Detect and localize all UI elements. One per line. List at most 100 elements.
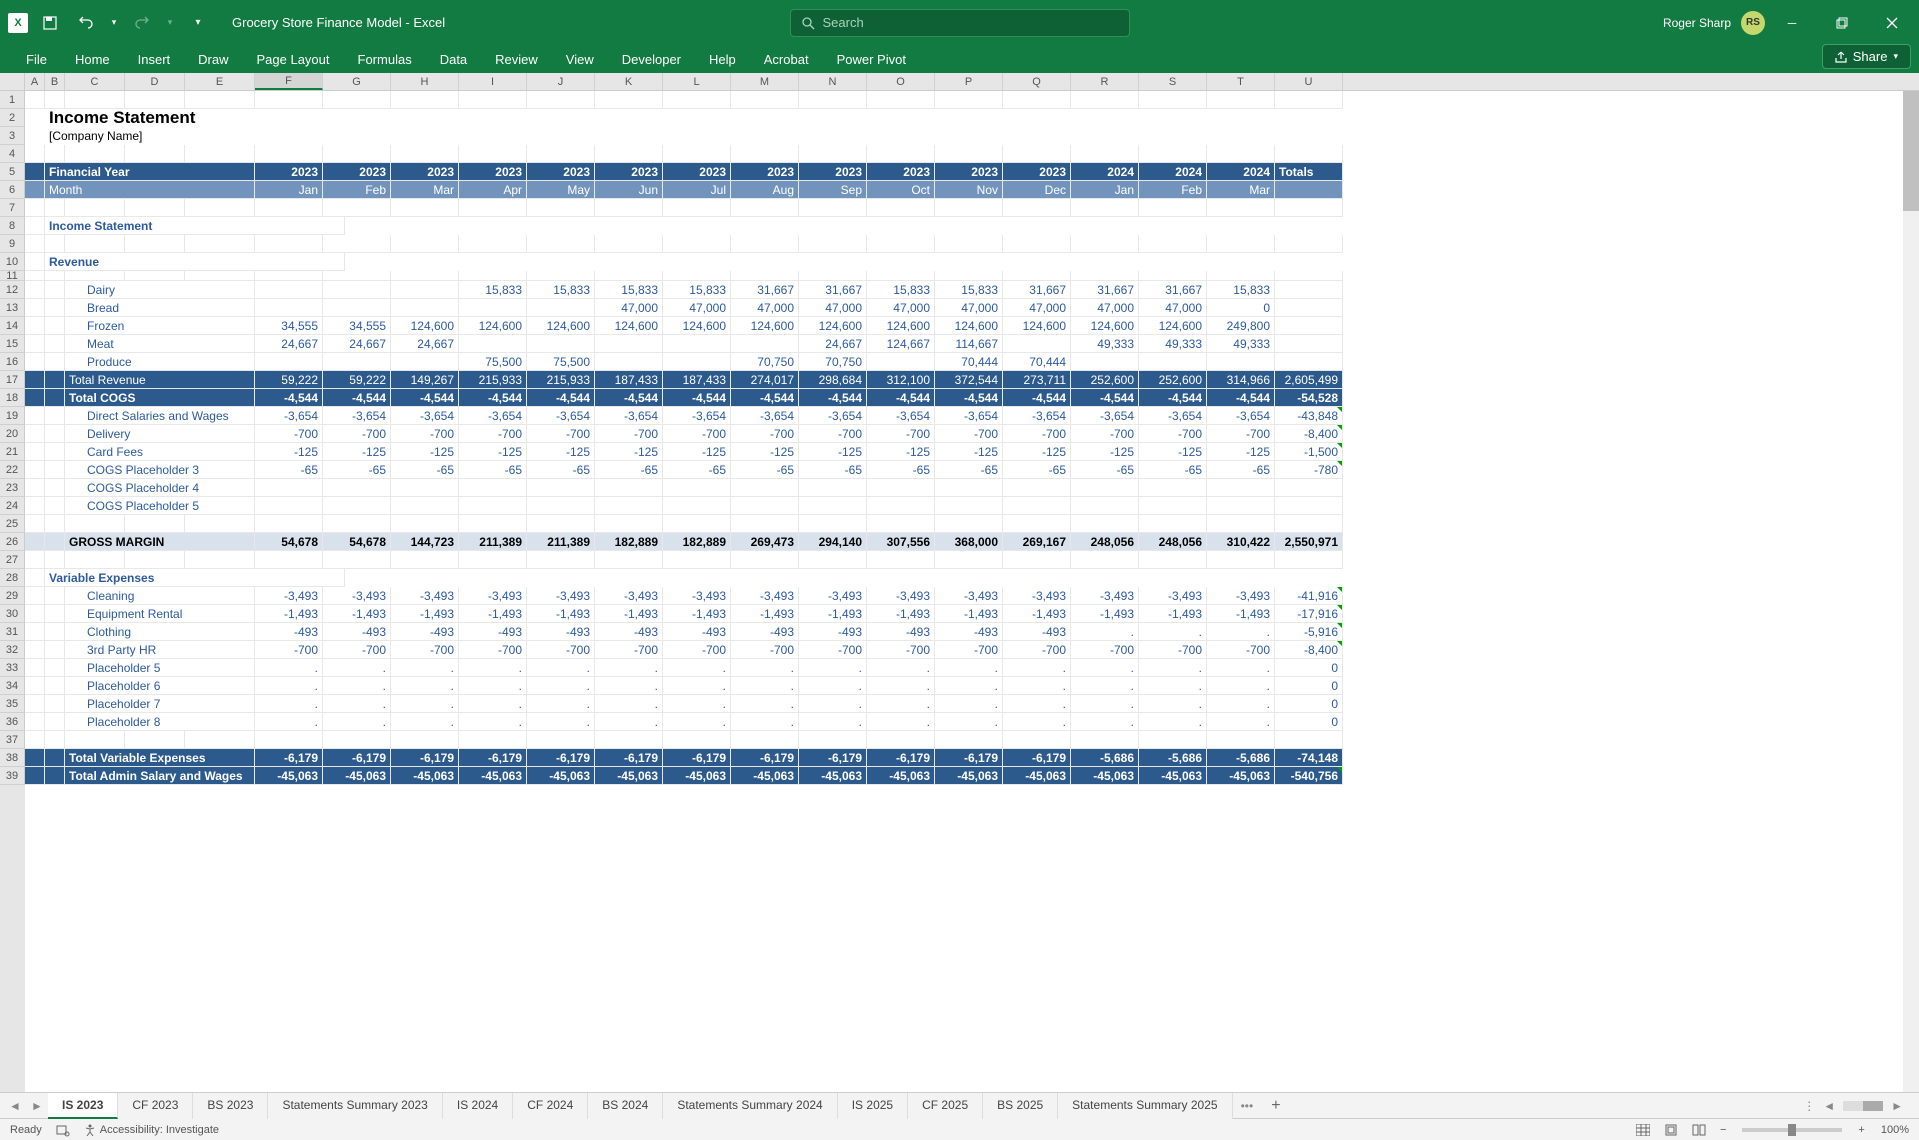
cell-cogs4-2[interactable]	[391, 479, 459, 497]
doc-subtitle[interactable]: [Company Name]	[45, 127, 345, 145]
cell-empty[interactable]	[1275, 731, 1343, 749]
cell-empty[interactable]	[391, 91, 459, 109]
cell[interactable]	[25, 443, 45, 461]
ribbon-tab-page-layout[interactable]: Page Layout	[243, 46, 344, 73]
cell-clothing-12[interactable]: .	[1071, 623, 1139, 641]
cell-hr3-7[interactable]: -700	[731, 641, 799, 659]
cell-delivery-2[interactable]: -700	[391, 425, 459, 443]
cell-total_rev-4[interactable]: 215,933	[527, 371, 595, 389]
cell-ph6-8[interactable]: .	[799, 677, 867, 695]
cell-ph8-7[interactable]: .	[731, 713, 799, 731]
sheet-tab-cf-2023[interactable]: CF 2023	[118, 1093, 193, 1119]
cell-hr3-9[interactable]: -700	[867, 641, 935, 659]
cell-dairy-9[interactable]: 15,833	[867, 281, 935, 299]
cell-ph7-0[interactable]: .	[255, 695, 323, 713]
cell-empty[interactable]	[663, 515, 731, 533]
cell-gross-2[interactable]: 144,723	[391, 533, 459, 551]
col-header-B[interactable]: B	[45, 73, 65, 90]
cell-empty[interactable]	[527, 551, 595, 569]
cell-cleaning-9[interactable]: -3,493	[867, 587, 935, 605]
cell[interactable]	[45, 371, 65, 389]
cell-empty[interactable]	[935, 145, 1003, 163]
cell-produce-2[interactable]	[391, 353, 459, 371]
cell[interactable]	[45, 299, 65, 317]
cell-clothing-13[interactable]: .	[1139, 623, 1207, 641]
cell-total_var-4[interactable]: -6,179	[527, 749, 595, 767]
cell-clothing-11[interactable]: -493	[1003, 623, 1071, 641]
row-label-total_rev[interactable]: Total Revenue	[65, 371, 255, 389]
cell-empty[interactable]	[45, 515, 65, 533]
col-header-D[interactable]: D	[125, 73, 185, 90]
cell[interactable]	[45, 443, 65, 461]
cell-total_cogs-14[interactable]: -4,544	[1207, 389, 1275, 407]
cell-total_rev-6[interactable]: 187,433	[663, 371, 731, 389]
cell-frozen-6[interactable]: 124,600	[663, 317, 731, 335]
cell-empty[interactable]	[1207, 91, 1275, 109]
cell[interactable]	[25, 605, 45, 623]
cell[interactable]	[25, 767, 45, 785]
save-button[interactable]	[36, 9, 64, 37]
cell-cogs3-5[interactable]: -65	[595, 461, 663, 479]
cell-empty[interactable]	[1139, 145, 1207, 163]
cell-salaries-5[interactable]: -3,654	[595, 407, 663, 425]
cell-cardfees-14[interactable]: -125	[1207, 443, 1275, 461]
col-header-M[interactable]: M	[731, 73, 799, 90]
col-header-F[interactable]: F	[255, 73, 323, 90]
cell-meat-10[interactable]: 114,667	[935, 335, 1003, 353]
zoom-slider[interactable]	[1742, 1128, 1842, 1132]
cell-hr3-3[interactable]: -700	[459, 641, 527, 659]
cell-equipment-11[interactable]: -1,493	[1003, 605, 1071, 623]
cell-empty[interactable]	[663, 731, 731, 749]
cell-empty[interactable]	[1003, 91, 1071, 109]
cell-total_admin-2[interactable]: -45,063	[391, 767, 459, 785]
cell[interactable]	[45, 677, 65, 695]
user-avatar[interactable]: RS	[1741, 11, 1765, 35]
cell-empty[interactable]	[731, 199, 799, 217]
cell-cogs3-total[interactable]: -780	[1275, 461, 1343, 479]
cell-gross-6[interactable]: 182,889	[663, 533, 731, 551]
cell-frozen-5[interactable]: 124,600	[595, 317, 663, 335]
cell-clothing-6[interactable]: -493	[663, 623, 731, 641]
ribbon-tab-power-pivot[interactable]: Power Pivot	[823, 46, 920, 73]
cell-cleaning-11[interactable]: -3,493	[1003, 587, 1071, 605]
cell-bread-14[interactable]: 0	[1207, 299, 1275, 317]
cell-meat-7[interactable]	[731, 335, 799, 353]
row-header-12[interactable]: 12	[0, 281, 25, 299]
month-9[interactable]: Oct	[867, 181, 935, 199]
cell-empty[interactable]	[125, 235, 185, 253]
ribbon-tab-acrobat[interactable]: Acrobat	[750, 46, 823, 73]
row-header-30[interactable]: 30	[0, 605, 25, 623]
cell-gross-9[interactable]: 307,556	[867, 533, 935, 551]
search-box[interactable]: Search	[790, 9, 1130, 37]
cell-ph8-1[interactable]: .	[323, 713, 391, 731]
cell-empty[interactable]	[391, 235, 459, 253]
row-header-24[interactable]: 24	[0, 497, 25, 515]
cell[interactable]	[45, 623, 65, 641]
ribbon-tab-formulas[interactable]: Formulas	[344, 46, 426, 73]
cell-empty[interactable]	[1275, 515, 1343, 533]
cell-salaries-2[interactable]: -3,654	[391, 407, 459, 425]
cell-empty[interactable]	[125, 145, 185, 163]
cell-bread-10[interactable]: 47,000	[935, 299, 1003, 317]
cell-ph8-4[interactable]: .	[527, 713, 595, 731]
cell-cleaning-10[interactable]: -3,493	[935, 587, 1003, 605]
cell-cleaning-total[interactable]: -41,916	[1275, 587, 1343, 605]
cell-dairy-4[interactable]: 15,833	[527, 281, 595, 299]
col-header-E[interactable]: E	[185, 73, 255, 90]
cell-empty[interactable]	[1071, 199, 1139, 217]
cell-cogs5-7[interactable]	[731, 497, 799, 515]
col-header-N[interactable]: N	[799, 73, 867, 90]
cell-cogs3-8[interactable]: -65	[799, 461, 867, 479]
cell-ph7-2[interactable]: .	[391, 695, 459, 713]
cell[interactable]	[45, 317, 65, 335]
cell-cleaning-5[interactable]: -3,493	[595, 587, 663, 605]
cell-empty[interactable]	[663, 91, 731, 109]
cell-empty[interactable]	[391, 551, 459, 569]
cell-total_rev-9[interactable]: 312,100	[867, 371, 935, 389]
cell-bread-7[interactable]: 47,000	[731, 299, 799, 317]
cell-frozen-11[interactable]: 124,600	[1003, 317, 1071, 335]
cell-cogs4-10[interactable]	[935, 479, 1003, 497]
cell-bread-5[interactable]: 47,000	[595, 299, 663, 317]
cell-ph8-14[interactable]: .	[1207, 713, 1275, 731]
cell-empty[interactable]	[867, 199, 935, 217]
